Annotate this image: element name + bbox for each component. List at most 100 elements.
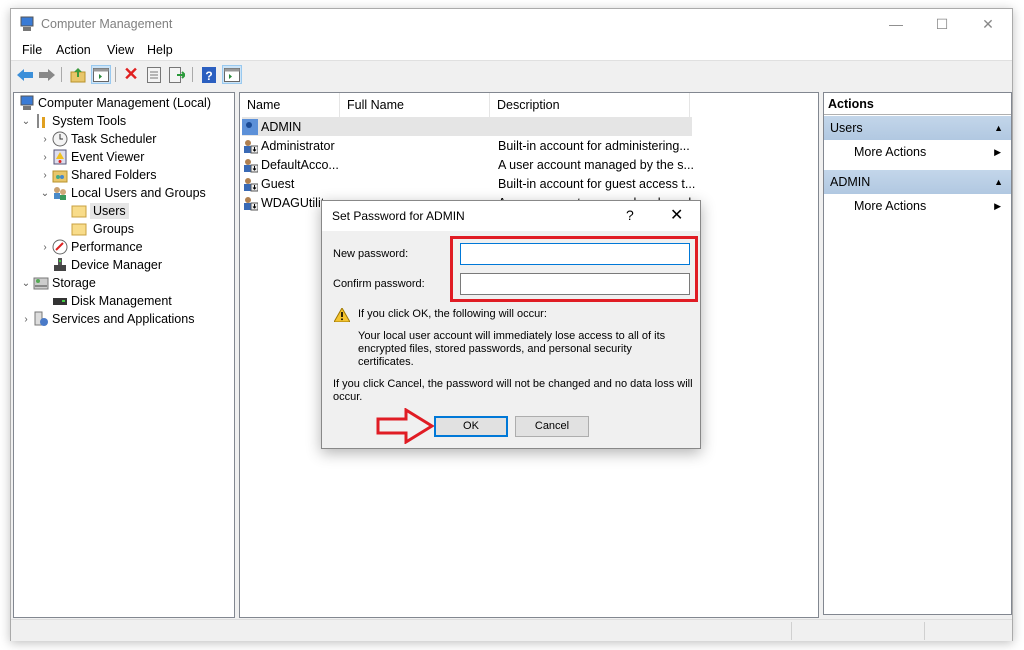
confirm-password-label: Confirm password:: [333, 278, 425, 290]
tree-item-computer-management[interactable]: Computer Management (Local): [19, 94, 211, 112]
user-icon: [244, 158, 258, 172]
expand-chevron-icon[interactable]: ›: [38, 152, 52, 163]
expand-chevron-icon[interactable]: ›: [19, 314, 33, 325]
cancel-button[interactable]: Cancel: [515, 416, 589, 437]
console-tree-pane: Computer Management (Local) ⌄ System Too…: [13, 92, 235, 618]
list-item-defaultaccount[interactable]: DefaultAcco... A user account managed by…: [242, 155, 694, 174]
list-item-guest[interactable]: Guest Built-in account for guest access …: [242, 174, 695, 193]
tree-item-performance[interactable]: › Performance: [38, 238, 143, 256]
actions-section-admin[interactable]: ADMIN ▲: [824, 170, 1011, 194]
tree-item-task-scheduler[interactable]: › Task Scheduler: [38, 130, 156, 148]
folder-icon: [71, 223, 87, 236]
export-list-icon: [169, 66, 185, 83]
collapse-up-icon[interactable]: ▲: [994, 170, 1003, 194]
arrow-annotation-icon: [376, 408, 434, 444]
help-button[interactable]: ?: [199, 65, 219, 84]
tree-item-shared-folders[interactable]: › Shared Folders: [38, 166, 156, 184]
computer-management-icon: [20, 95, 34, 110]
expand-chevron-icon[interactable]: ›: [38, 242, 52, 253]
cancel-note: If you click Cancel, the password will n…: [333, 378, 693, 403]
list-item-admin[interactable]: ADMIN: [242, 117, 692, 136]
warning-body: Your local user account will immediately…: [358, 330, 666, 368]
column-header-name[interactable]: Name: [240, 93, 340, 117]
menu-bar: File Action View Help: [11, 39, 1012, 61]
expand-chevron-icon[interactable]: ⌄: [38, 188, 52, 199]
device-manager-icon: [54, 258, 66, 271]
computer-management-icon: [20, 16, 34, 31]
tree-item-local-users-and-groups[interactable]: ⌄ Local Users and Groups: [38, 184, 206, 202]
user-icon: [244, 196, 258, 210]
title-bar: Computer Management — ☐ ✕: [11, 9, 1012, 39]
toolbar-separator: [192, 67, 193, 82]
tree-item-services-and-applications[interactable]: › Services and Applications: [19, 310, 194, 328]
tools-icon: [37, 114, 45, 128]
column-header-description[interactable]: Description: [490, 93, 690, 117]
back-button[interactable]: [15, 65, 35, 84]
dialog-title-bar: Set Password for ADMIN ? ✕: [322, 201, 700, 231]
event-viewer-icon: [53, 149, 67, 165]
up-folder-icon: [70, 67, 86, 82]
set-password-dialog: Set Password for ADMIN ? ✕ New password:…: [321, 200, 701, 449]
performance-icon: [52, 239, 68, 255]
toolbar-separator: [115, 67, 116, 82]
menu-action[interactable]: Action: [56, 43, 91, 57]
forward-button[interactable]: [37, 65, 57, 84]
help-icon: ?: [202, 66, 216, 83]
toolbar: ✕ ?: [11, 62, 1012, 87]
delete-button[interactable]: ✕: [121, 64, 141, 84]
properties-icon: [147, 66, 161, 83]
dialog-title: Set Password for ADMIN: [332, 209, 465, 223]
users-group-icon: [54, 187, 66, 200]
user-icon: [244, 139, 258, 153]
forward-icon: [39, 68, 55, 81]
actions-title: Actions: [824, 93, 1011, 115]
actions-pane: Actions Users ▲ More Actions ▶ ADMIN ▲ M…: [823, 92, 1012, 615]
clock-icon: [52, 131, 68, 147]
expand-chevron-icon[interactable]: ⌄: [19, 278, 33, 289]
ok-button[interactable]: OK: [434, 416, 508, 437]
collapse-up-icon[interactable]: ▲: [994, 116, 1003, 140]
tree-item-groups[interactable]: Groups: [57, 220, 134, 238]
shared-folder-icon: [52, 170, 68, 183]
highlight-annotation-box: [450, 236, 698, 302]
menu-help[interactable]: Help: [147, 43, 173, 57]
show-hide-console-tree-button[interactable]: [91, 65, 111, 84]
dialog-close-button[interactable]: ✕: [670, 205, 683, 225]
delete-icon: ✕: [123, 64, 139, 84]
show-hide-action-pane-icon: [224, 67, 240, 82]
help-button[interactable]: ?: [626, 207, 634, 223]
menu-file[interactable]: File: [22, 43, 42, 57]
user-disabled-icon: [242, 118, 258, 135]
submenu-arrow-icon: ▶: [994, 147, 1001, 157]
tree-item-device-manager[interactable]: Device Manager: [38, 256, 162, 274]
expand-chevron-icon[interactable]: ⌄: [19, 116, 33, 127]
tree-item-storage[interactable]: ⌄ Storage: [19, 274, 96, 292]
more-actions-admin[interactable]: More Actions ▶: [824, 194, 1011, 218]
list-item-administrator[interactable]: Administrator Built-in account for admin…: [242, 136, 692, 155]
status-divider: [791, 622, 792, 640]
services-icon: [34, 311, 48, 326]
tree-item-system-tools[interactable]: ⌄ System Tools: [19, 112, 126, 130]
close-button[interactable]: ✕: [965, 9, 1011, 39]
up-level-button[interactable]: [68, 65, 88, 84]
expand-chevron-icon[interactable]: ›: [38, 134, 52, 145]
show-hide-action-pane-button[interactable]: [222, 65, 242, 84]
back-icon: [17, 68, 33, 81]
disk-icon: [53, 298, 67, 305]
new-password-label: New password:: [333, 248, 409, 260]
storage-icon: [33, 277, 49, 290]
more-actions-users[interactable]: More Actions ▶: [824, 140, 1011, 164]
actions-section-users[interactable]: Users ▲: [824, 116, 1011, 140]
expand-chevron-icon[interactable]: ›: [38, 170, 52, 181]
column-header-full-name[interactable]: Full Name: [340, 93, 490, 117]
tree-item-users[interactable]: Users: [57, 202, 129, 220]
status-divider: [924, 622, 925, 640]
user-icon: [244, 177, 258, 191]
properties-button[interactable]: [144, 65, 164, 84]
tree-item-disk-management[interactable]: Disk Management: [38, 292, 172, 310]
export-list-button[interactable]: [167, 65, 187, 84]
minimize-button[interactable]: —: [873, 9, 919, 39]
maximize-button[interactable]: ☐: [919, 9, 965, 39]
menu-view[interactable]: View: [107, 43, 134, 57]
tree-item-event-viewer[interactable]: › Event Viewer: [38, 148, 144, 166]
